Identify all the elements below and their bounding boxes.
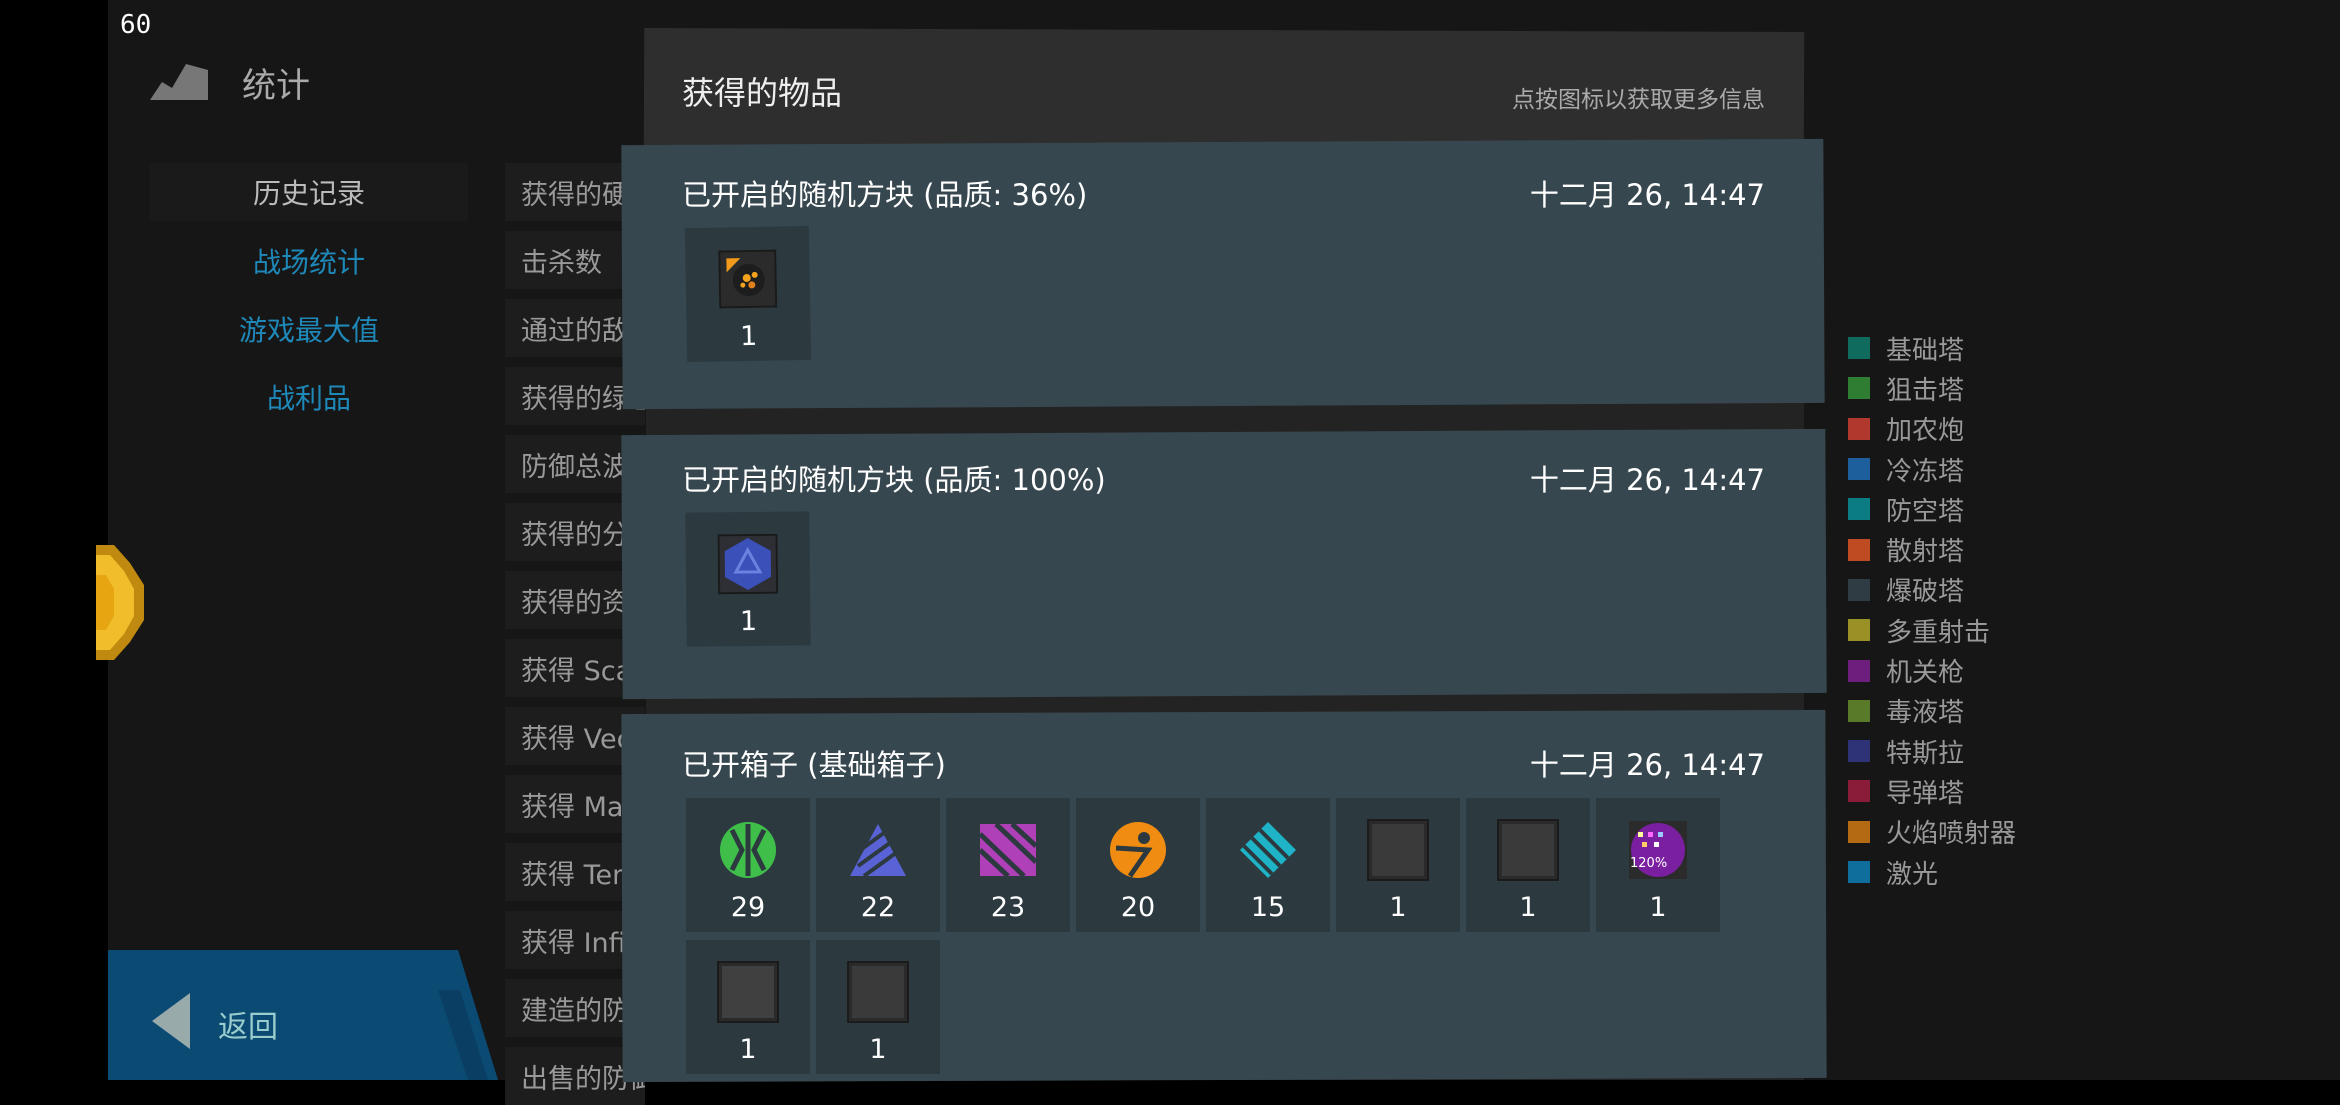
- item-count: 1: [1389, 892, 1407, 923]
- item-count: 1: [739, 1034, 757, 1065]
- item-tile[interactable]: 15: [1206, 798, 1330, 932]
- legend-item: 特斯拉: [1848, 731, 2016, 771]
- legend-item: 机关枪: [1848, 650, 2016, 690]
- card-title: 已开启的随机方块 (品质: 36%): [682, 178, 1088, 212]
- purple-stripes-resource-icon: [976, 818, 1040, 882]
- item-count: 20: [1120, 892, 1156, 923]
- item-count: 1: [1649, 892, 1667, 923]
- legend-label: 防空塔: [1886, 496, 1965, 527]
- blue-block-icon: [716, 532, 781, 597]
- legend-label: 特斯拉: [1886, 738, 1965, 769]
- legend-label: 多重射击: [1886, 617, 1991, 648]
- legend-item: 多重射击: [1848, 610, 2016, 650]
- legend-swatch: [1848, 458, 1870, 481]
- mountain-stats-icon: [150, 60, 208, 104]
- tower-legend: 基础塔 狙击塔 加农炮 冷冻塔 防空塔 散射塔 爆破塔 多重射击 机关枪 毒液塔…: [1848, 328, 2016, 892]
- green-resource-icon: [716, 818, 780, 882]
- cyan-resource-icon: [1236, 818, 1300, 882]
- dark-block-icon: [1496, 818, 1560, 882]
- nav-item-battle-stats[interactable]: 战场统计: [150, 232, 468, 290]
- legend-item: 狙击塔: [1848, 368, 2016, 408]
- back-arrow-icon: [152, 993, 190, 1053]
- back-button-label: 返回: [218, 1010, 278, 1045]
- card-date: 十二月 26, 14:47: [1529, 463, 1765, 497]
- legend-swatch: [1848, 740, 1870, 763]
- legend-swatch: [1848, 337, 1870, 360]
- legend-label: 加农炮: [1886, 416, 1965, 447]
- card-title: 已开启的随机方块 (品质: 100%): [682, 463, 1106, 497]
- card-date: 十二月 26, 14:47: [1529, 178, 1765, 212]
- nav-item-history[interactable]: 历史记录: [150, 163, 468, 221]
- dark-block-icon: [846, 960, 910, 1024]
- blue-triangle-resource-icon: [846, 818, 910, 882]
- legend-item: 火焰喷射器: [1848, 812, 2016, 852]
- item-tile[interactable]: 22: [816, 798, 940, 932]
- legend-swatch: [1848, 498, 1870, 521]
- left-black-bar: [0, 0, 108, 1080]
- legend-label: 散射塔: [1886, 537, 1965, 568]
- item-tile[interactable]: 20: [1076, 798, 1200, 932]
- purple-modifier-icon: 120%: [1626, 818, 1690, 882]
- legend-swatch: [1848, 578, 1870, 601]
- legend-label: 毒液塔: [1886, 698, 1965, 729]
- legend-swatch: [1848, 861, 1870, 883]
- item-count: 23: [990, 892, 1026, 923]
- legend-swatch: [1848, 377, 1870, 400]
- legend-swatch: [1848, 699, 1870, 722]
- legend-swatch: [1848, 619, 1870, 642]
- item-count: 29: [730, 892, 766, 923]
- item-tile[interactable]: 23: [946, 798, 1070, 932]
- legend-item: 毒液塔: [1848, 691, 2016, 731]
- card-title: 已开箱子 (基础箱子): [682, 748, 946, 782]
- item-count: 1: [1519, 892, 1537, 923]
- legend-item: 导弹塔: [1848, 771, 2016, 811]
- item-tile[interactable]: 1: [816, 940, 940, 1074]
- page-title: 统计: [242, 66, 310, 106]
- items-panel-title: 获得的物品: [682, 74, 843, 112]
- legend-item: 基础塔: [1848, 328, 2016, 368]
- legend-item: 爆破塔: [1848, 570, 2016, 610]
- legend-label: 爆破塔: [1886, 577, 1965, 608]
- gold-coin-icon: [96, 545, 144, 660]
- legend-item: 冷冻塔: [1848, 449, 2016, 489]
- modifier-badge: 120%: [1630, 856, 1668, 871]
- item-tile[interactable]: 1: [1336, 798, 1460, 932]
- legend-label: 机关枪: [1886, 658, 1965, 689]
- legend-swatch: [1848, 820, 1870, 843]
- legend-swatch: [1848, 538, 1870, 561]
- item-count: 1: [739, 605, 758, 638]
- dark-block-icon: [1366, 818, 1430, 882]
- item-tile[interactable]: 1: [684, 225, 812, 363]
- orange-circle-resource-icon: [1106, 818, 1170, 882]
- card-date: 十二月 26, 14:47: [1529, 748, 1765, 782]
- legend-item: 加农炮: [1848, 409, 2016, 449]
- items-panel-hint: 点按图标以获取更多信息: [1512, 87, 1765, 113]
- item-count: 1: [869, 1034, 887, 1065]
- legend-item: 散射塔: [1848, 529, 2016, 569]
- orange-block-icon: [715, 246, 780, 311]
- legend-label: 冷冻塔: [1886, 456, 1965, 487]
- legend-swatch: [1848, 780, 1870, 803]
- item-tile[interactable]: 1: [685, 511, 811, 647]
- gray-block-icon: [716, 960, 780, 1024]
- item-count: 15: [1250, 892, 1286, 923]
- nav-item-loot[interactable]: 战利品: [150, 368, 468, 426]
- legend-label: 基础塔: [1886, 335, 1965, 366]
- legend-label: 激光: [1886, 859, 1939, 890]
- nav-item-game-max[interactable]: 游戏最大值: [150, 300, 468, 358]
- item-tile[interactable]: 1: [686, 940, 810, 1074]
- legend-item: 防空塔: [1848, 489, 2016, 529]
- legend-swatch: [1848, 659, 1870, 682]
- item-count: 1: [739, 320, 758, 353]
- item-tile[interactable]: 120% 1: [1596, 798, 1720, 932]
- item-tile[interactable]: 29: [686, 798, 810, 932]
- item-tile[interactable]: 1: [1466, 798, 1590, 932]
- item-count: 22: [860, 892, 896, 923]
- fps-counter: 60: [120, 10, 152, 40]
- legend-label: 导弹塔: [1886, 778, 1965, 809]
- legend-item: 激光: [1848, 852, 2016, 892]
- legend-label: 火焰喷射器: [1886, 819, 2017, 850]
- legend-swatch: [1848, 417, 1870, 440]
- legend-label: 狙击塔: [1886, 375, 1965, 406]
